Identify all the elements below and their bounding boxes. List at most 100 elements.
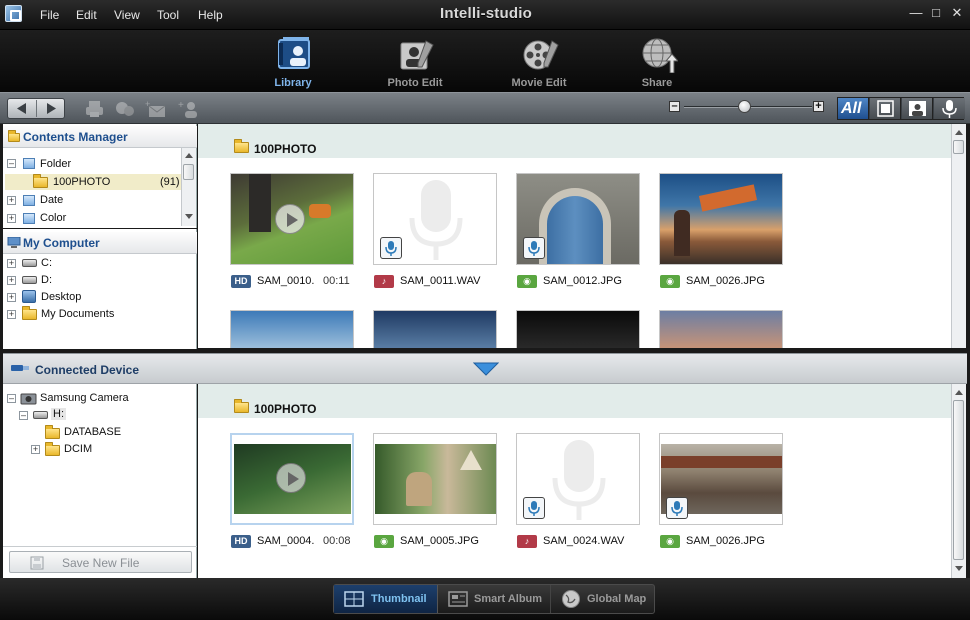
collapse-arrow-icon[interactable] — [473, 362, 499, 376]
menu-help[interactable]: Help — [198, 8, 223, 22]
scroll-thumb[interactable] — [953, 400, 964, 560]
expand-icon[interactable]: + — [31, 445, 40, 454]
scroll-up-icon[interactable] — [185, 153, 193, 158]
module-share[interactable]: Share — [612, 35, 702, 91]
library-scrollbar[interactable] — [951, 124, 966, 348]
collapse-icon[interactable]: – — [19, 411, 28, 420]
play-icon[interactable] — [275, 204, 305, 234]
tree-item-date[interactable]: Date — [40, 194, 63, 206]
hd-badge: HD — [231, 535, 251, 548]
expand-icon[interactable]: + — [7, 259, 16, 268]
global-map-view-button[interactable]: Global Map — [552, 585, 654, 613]
play-icon[interactable] — [276, 463, 306, 493]
library-thumbnail-sam-0012[interactable] — [516, 173, 640, 265]
module-label: Photo Edit — [387, 77, 443, 89]
folder-icon — [45, 425, 60, 439]
collapse-icon[interactable]: – — [7, 394, 16, 403]
tree-item-folder[interactable]: Folder — [40, 158, 71, 170]
module-library[interactable]: Library — [248, 35, 338, 91]
photo-badge: ◉ — [374, 535, 394, 548]
menu-view[interactable]: View — [114, 8, 140, 22]
portrait-icon — [909, 101, 926, 116]
zoom-in-button[interactable]: + — [813, 101, 824, 112]
media-filter-group: All — [837, 97, 965, 120]
device-thumbnail-sam-0005[interactable] — [373, 433, 497, 525]
expand-icon[interactable]: + — [7, 310, 16, 319]
close-icon[interactable]: ✕ — [950, 6, 964, 20]
tree-item-my-documents[interactable]: My Documents — [41, 308, 114, 320]
forward-button[interactable] — [37, 99, 65, 118]
library-thumbnail-partial[interactable] — [516, 310, 640, 348]
scroll-thumb[interactable] — [183, 164, 194, 180]
add-person-icon[interactable]: + — [178, 99, 200, 119]
device-thumbnail-sam-0004[interactable] — [230, 433, 354, 525]
drive-icon — [22, 259, 37, 267]
tree-item-drive-c[interactable]: C: — [41, 257, 52, 269]
app-icon[interactable] — [5, 5, 22, 22]
scroll-thumb[interactable] — [953, 140, 964, 154]
expand-icon[interactable]: + — [7, 293, 16, 302]
scroll-down-icon[interactable] — [185, 214, 193, 219]
arrow-left-icon — [17, 103, 26, 114]
contents-scrollbar[interactable] — [181, 148, 196, 226]
computer-icon — [7, 237, 21, 248]
device-thumbnail-sam-0024[interactable] — [516, 433, 640, 525]
filter-audio-button[interactable] — [934, 98, 965, 119]
menu-file[interactable]: File — [40, 8, 59, 22]
library-icon — [278, 37, 310, 69]
smart-album-icon — [448, 591, 468, 607]
svg-text:+: + — [178, 100, 184, 111]
save-new-file-button[interactable]: Save New File — [9, 551, 192, 573]
scroll-down-icon[interactable] — [955, 566, 963, 571]
library-thumbnail-sam-0026[interactable] — [659, 173, 783, 265]
group-title: 100PHOTO — [254, 402, 317, 416]
scroll-up-icon[interactable] — [955, 130, 963, 135]
expand-icon[interactable]: + — [7, 214, 16, 223]
tree-item-dcim[interactable]: DCIM — [64, 443, 92, 455]
device-group-header: 100PHOTO — [198, 384, 951, 418]
library-thumbnail-sam-0010[interactable] — [230, 173, 354, 265]
filter-photo-button[interactable] — [902, 98, 933, 119]
back-button[interactable] — [8, 99, 36, 118]
tree-item-database[interactable]: DATABASE — [64, 426, 121, 438]
device-content-area: 100PHOTO HD SAM_0004. 00:08 ◉ SAM_0005.J… — [198, 384, 951, 578]
add-mail-icon[interactable]: + — [145, 99, 167, 119]
zoom-out-button[interactable]: – — [669, 101, 680, 112]
filter-video-button[interactable] — [870, 98, 901, 119]
tree-item-samsung-camera[interactable]: Samsung Camera — [40, 392, 129, 404]
filter-all-button[interactable]: All — [838, 98, 869, 119]
library-thumbnail-partial[interactable] — [230, 310, 354, 348]
smart-album-view-button[interactable]: Smart Album — [439, 585, 551, 613]
library-thumbnail-partial[interactable] — [659, 310, 783, 348]
minimize-icon[interactable]: — — [909, 6, 923, 20]
device-thumbnail-sam-0026[interactable] — [659, 433, 783, 525]
microphone-icon — [523, 497, 545, 519]
scroll-up-icon[interactable] — [955, 390, 963, 395]
tree-item-desktop[interactable]: Desktop — [41, 291, 81, 303]
module-photo-edit[interactable]: Photo Edit — [370, 35, 460, 91]
library-thumbnail-partial[interactable] — [373, 310, 497, 348]
folder-icon — [45, 442, 60, 456]
find-people-icon[interactable] — [114, 99, 136, 119]
expand-icon[interactable]: + — [7, 276, 16, 285]
thumbnail-view-button[interactable]: Thumbnail — [334, 585, 438, 613]
library-thumbnail-sam-0011[interactable] — [373, 173, 497, 265]
tree-item-drive-h[interactable]: H: — [51, 408, 66, 420]
module-bar: Library Photo Edit Movie Edit Share — [0, 30, 970, 92]
expand-icon[interactable]: + — [7, 196, 16, 205]
menu-edit[interactable]: Edit — [76, 8, 97, 22]
maximize-icon[interactable]: □ — [929, 6, 943, 20]
collapse-icon[interactable]: – — [7, 159, 16, 168]
folder-group-icon — [23, 158, 35, 169]
photo-preview — [375, 444, 496, 514]
view-label: Thumbnail — [371, 593, 427, 605]
module-movie-edit[interactable]: Movie Edit — [494, 35, 584, 91]
device-scrollbar[interactable] — [951, 384, 966, 578]
share-icon — [642, 38, 678, 73]
tree-item-drive-d[interactable]: D: — [41, 274, 52, 286]
print-icon[interactable] — [84, 99, 106, 119]
zoom-slider-thumb[interactable] — [738, 100, 751, 113]
menu-tool[interactable]: Tool — [157, 8, 179, 22]
tree-item-color[interactable]: Color — [40, 212, 66, 224]
view-label: Smart Album — [474, 593, 543, 605]
